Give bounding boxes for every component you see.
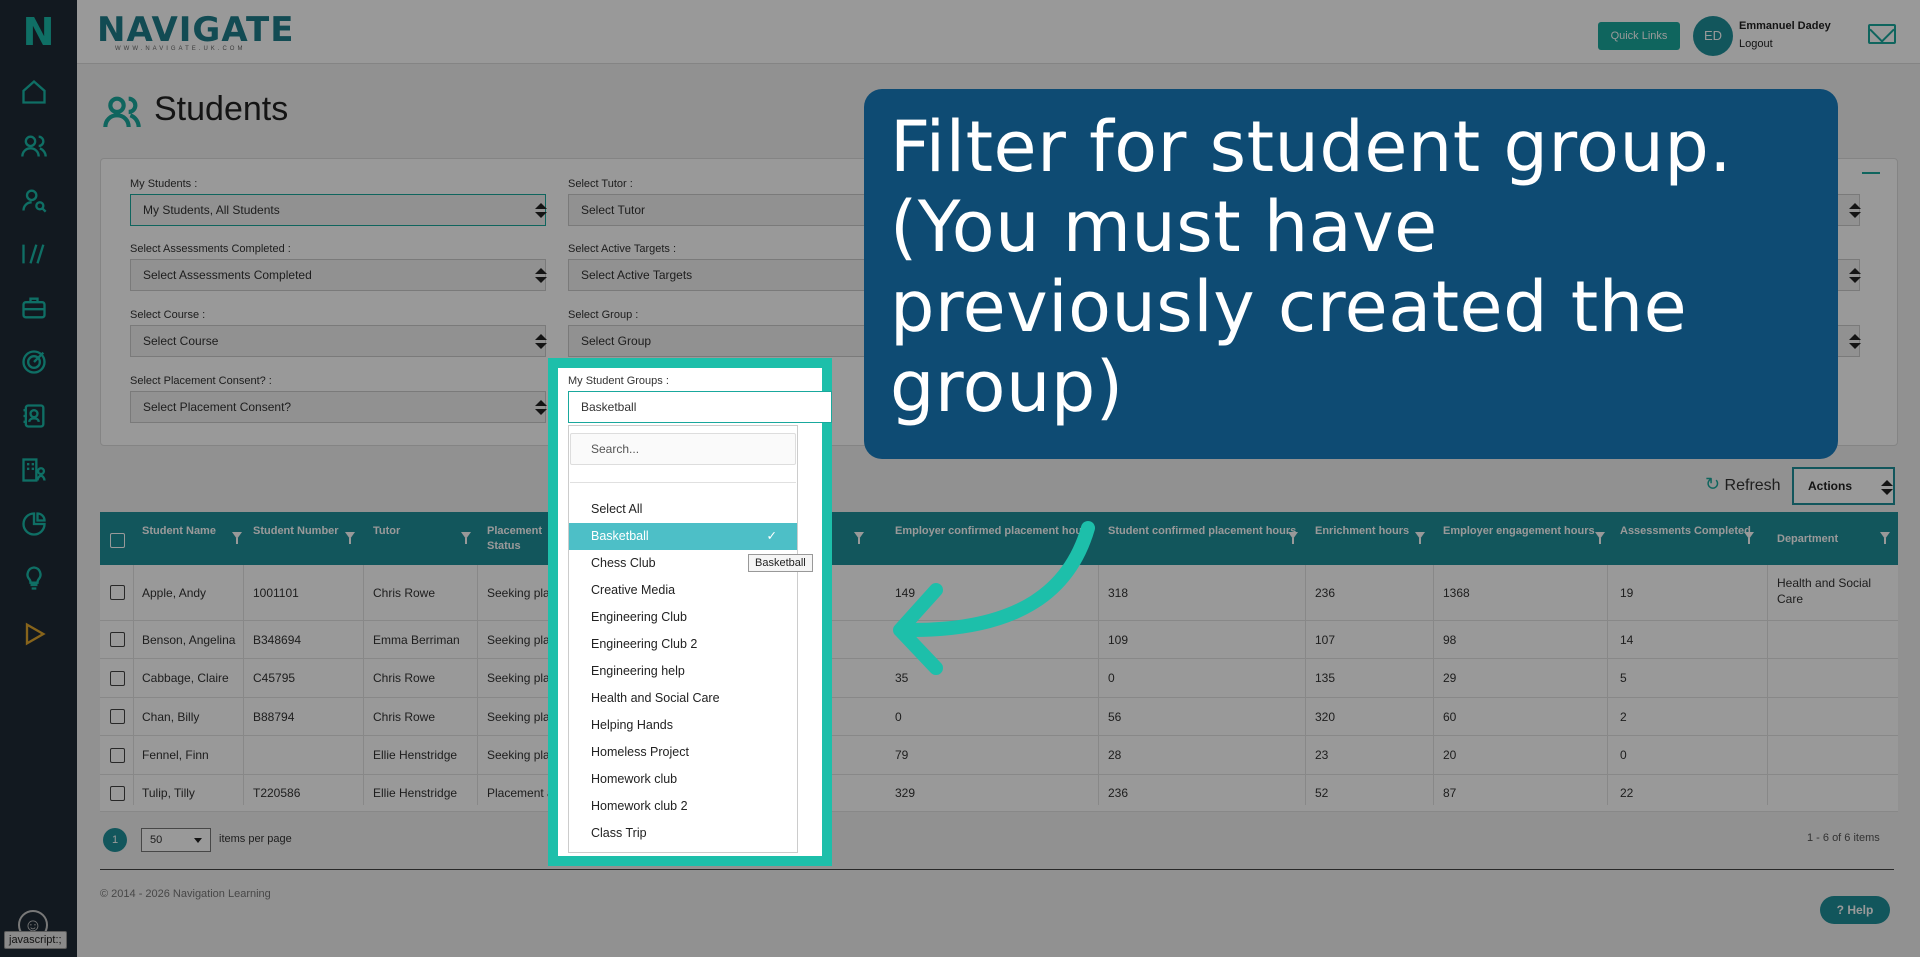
pointer-arrow-icon (893, 521, 1095, 675)
